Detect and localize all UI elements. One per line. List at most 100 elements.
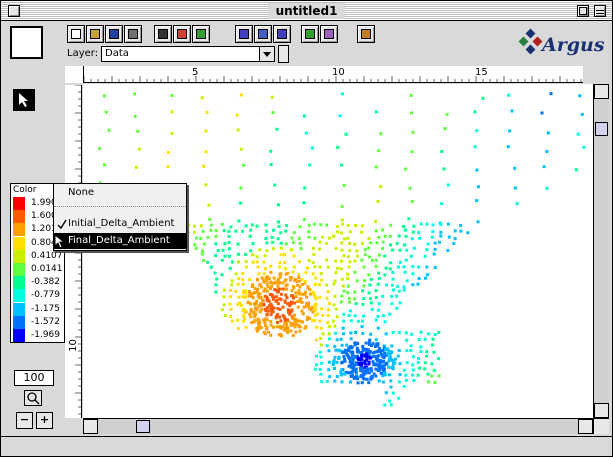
title-bar[interactable]: untitled1 bbox=[1, 1, 612, 21]
data-point bbox=[411, 130, 415, 134]
data-point bbox=[475, 199, 479, 203]
zoom-value-field[interactable]: 100 bbox=[14, 370, 54, 386]
clipboard-button[interactable] bbox=[357, 25, 375, 43]
data-point bbox=[241, 278, 245, 282]
data-point bbox=[384, 332, 388, 336]
data-point bbox=[250, 223, 254, 227]
data-point bbox=[339, 267, 343, 271]
data-point bbox=[319, 223, 323, 227]
data-point bbox=[327, 325, 331, 329]
resize-grow-box[interactable] bbox=[593, 418, 609, 434]
zoom-tool-button[interactable] bbox=[24, 390, 42, 406]
overlay-button[interactable] bbox=[320, 25, 338, 43]
data-point bbox=[340, 294, 344, 298]
data-point bbox=[335, 360, 339, 364]
data-point bbox=[362, 265, 366, 269]
vertical-scrollbar[interactable] bbox=[593, 84, 609, 418]
save-disk-button[interactable] bbox=[105, 25, 123, 43]
data-point bbox=[576, 132, 580, 136]
data-point bbox=[234, 229, 238, 233]
data-point bbox=[241, 282, 245, 286]
data-point bbox=[234, 289, 238, 293]
close-box[interactable] bbox=[8, 5, 20, 17]
zoom-in-icon: + bbox=[39, 413, 50, 426]
zoom-box[interactable] bbox=[577, 5, 589, 17]
data-point bbox=[304, 271, 308, 275]
horizontal-scrollbar[interactable] bbox=[83, 418, 593, 434]
data-point bbox=[327, 360, 331, 364]
data-point bbox=[549, 92, 553, 96]
data-point bbox=[283, 253, 287, 257]
data-point bbox=[278, 281, 282, 285]
mouse-cursor-icon bbox=[54, 234, 66, 249]
scroll-right-arrow-icon[interactable] bbox=[578, 419, 593, 434]
data-point bbox=[214, 290, 218, 294]
layer-select[interactable]: Data bbox=[101, 46, 275, 62]
print-button[interactable] bbox=[124, 25, 142, 43]
data-point bbox=[383, 373, 387, 377]
open-folder-button[interactable] bbox=[86, 25, 104, 43]
data-point bbox=[513, 166, 517, 170]
data-point bbox=[239, 93, 243, 97]
text-window-icon bbox=[258, 29, 268, 39]
zoom-out-button[interactable]: − bbox=[16, 412, 33, 429]
data-point bbox=[298, 225, 302, 229]
data-point bbox=[170, 110, 174, 114]
data-point bbox=[339, 300, 343, 304]
data-point bbox=[410, 150, 414, 154]
import-layers-button[interactable] bbox=[301, 25, 319, 43]
data-point bbox=[375, 241, 379, 245]
data-point bbox=[445, 112, 449, 116]
data-point bbox=[290, 288, 294, 292]
new-document-button[interactable] bbox=[67, 25, 85, 43]
data-point bbox=[582, 145, 586, 149]
vertical-scroll-thumb[interactable] bbox=[595, 122, 608, 136]
data-point bbox=[290, 236, 294, 240]
data-point bbox=[432, 350, 436, 354]
scroll-left-arrow-icon[interactable] bbox=[83, 419, 98, 434]
data-point bbox=[388, 234, 392, 238]
text-window-button[interactable] bbox=[254, 25, 272, 43]
menu-item-final-delta-ambient[interactable]: Final_Delta_Ambient bbox=[54, 233, 186, 249]
data-point bbox=[255, 326, 259, 330]
data-point bbox=[339, 231, 343, 235]
scroll-up-arrow-icon[interactable] bbox=[594, 84, 609, 99]
chevron-down-icon[interactable] bbox=[259, 47, 274, 61]
data-point bbox=[391, 391, 395, 395]
pointer-tool-button[interactable] bbox=[13, 89, 35, 111]
contour-point-plot[interactable] bbox=[83, 84, 593, 418]
collapse-box[interactable] bbox=[594, 5, 606, 17]
data-point bbox=[239, 201, 243, 205]
data-point bbox=[333, 324, 337, 328]
scroll-down-arrow-icon[interactable] bbox=[594, 403, 609, 418]
menu-item-initial-delta-ambient[interactable]: Initial_Delta_Ambient bbox=[54, 216, 186, 232]
data-point bbox=[433, 380, 437, 384]
argus-logo: Argus bbox=[518, 28, 608, 60]
data-point bbox=[269, 163, 273, 167]
data-point bbox=[321, 332, 325, 336]
layer-stepper[interactable] bbox=[278, 45, 289, 63]
data-point bbox=[276, 220, 280, 224]
data-point bbox=[353, 355, 357, 359]
grid-window-button[interactable] bbox=[235, 25, 253, 43]
horizontal-scroll-thumb[interactable] bbox=[136, 420, 150, 433]
data-point bbox=[340, 163, 344, 167]
legend-value: -1.572 bbox=[31, 316, 61, 327]
data-point bbox=[388, 312, 392, 316]
binoculars-button[interactable] bbox=[154, 25, 172, 43]
values-window-button[interactable] bbox=[273, 25, 291, 43]
data-point bbox=[281, 305, 285, 309]
data-point bbox=[411, 373, 415, 377]
data-point bbox=[405, 279, 409, 283]
data-point bbox=[433, 247, 437, 251]
data-point bbox=[326, 313, 330, 317]
data-point bbox=[339, 370, 343, 374]
data-point bbox=[574, 168, 578, 172]
menu-item-none[interactable]: None bbox=[54, 185, 186, 201]
zoom-in-button[interactable]: + bbox=[36, 412, 53, 429]
data-point bbox=[236, 327, 240, 331]
color-wheel-button[interactable] bbox=[173, 25, 191, 43]
data-point bbox=[377, 149, 381, 153]
layers-button[interactable] bbox=[192, 25, 210, 43]
map-canvas[interactable] bbox=[83, 84, 593, 418]
